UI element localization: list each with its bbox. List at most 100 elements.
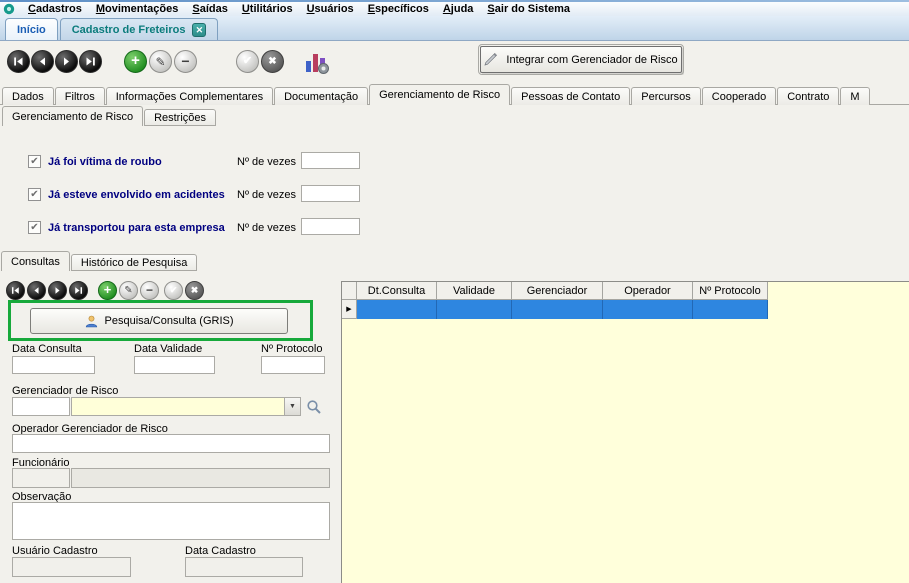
pencil-icon: ✎ (124, 286, 132, 296)
consulta-add-button[interactable]: + (98, 281, 117, 300)
delete-record-button[interactable]: − (174, 50, 197, 73)
usuario-cadastro-label: Usuário Cadastro (12, 545, 98, 557)
gerenciador-codigo-input[interactable] (12, 397, 70, 416)
menu-movimentacoes[interactable]: Movimentações (89, 2, 186, 16)
nav-last-icon (85, 56, 96, 67)
grid-selector-header (342, 282, 357, 300)
consulta-delete-button[interactable]: − (140, 281, 159, 300)
magnifier-icon (306, 399, 322, 415)
integrate-risk-manager-button[interactable]: Integrar com Gerenciador de Risco (480, 46, 682, 73)
nav-first-icon (11, 286, 20, 295)
times-input-1[interactable] (301, 152, 360, 169)
gerenciador-combo-value (72, 398, 284, 415)
close-tab-icon[interactable]: ✕ (192, 23, 206, 37)
pesquisa-consulta-gris-button[interactable]: Pesquisa/Consulta (GRIS) (30, 308, 288, 334)
search-lookup-button[interactable] (305, 398, 323, 416)
tab-m-cutoff[interactable]: M (840, 87, 869, 105)
menu-ajuda[interactable]: Ajuda (436, 2, 481, 16)
subtab-restricoes[interactable]: Restrições (144, 109, 216, 126)
tab-cadastro-freteiros[interactable]: Cadastro de Freteiros ✕ (60, 18, 219, 40)
grid-col-gerenciador[interactable]: Gerenciador (512, 282, 603, 300)
protocolo-input[interactable] (261, 356, 325, 374)
grid-col-validade[interactable]: Validade (437, 282, 512, 300)
checkbox-envolvido-acidentes[interactable]: ✔ (28, 188, 41, 201)
menu-saidas[interactable]: Saídas (185, 2, 234, 16)
times-label-2: Nº de vezes (237, 189, 296, 201)
tab-documentacao[interactable]: Documentação (274, 87, 368, 105)
chart-report-button[interactable] (302, 47, 332, 77)
menu-cadastros[interactable]: Cadastros (21, 2, 89, 16)
consulta-cancel-button[interactable]: ✖ (185, 281, 204, 300)
grid-cell[interactable] (603, 300, 693, 319)
times-label-3: Nº de vezes (237, 222, 296, 234)
tab-contrato[interactable]: Contrato (777, 87, 839, 105)
consulta-nav-last-button[interactable] (69, 281, 88, 300)
consulta-nav-next-button[interactable] (48, 281, 67, 300)
bar-chart-gear-icon (304, 49, 330, 75)
tab-filtros[interactable]: Filtros (55, 87, 105, 105)
data-validade-label: Data Validade (134, 343, 202, 355)
x-icon: ✖ (191, 286, 199, 295)
funcionario-nome-input[interactable] (71, 468, 330, 488)
tab-cooperado[interactable]: Cooperado (702, 87, 776, 105)
nav-prev-button[interactable] (31, 50, 54, 73)
subtab-gerenciamento-de-risco[interactable]: Gerenciamento de Risco (2, 106, 143, 126)
grid-cell[interactable] (693, 300, 768, 319)
checkbox-transportou-empresa[interactable]: ✔ (28, 221, 41, 234)
grid-col-operador[interactable]: Operador (603, 282, 693, 300)
checkbox-vitima-roubo[interactable]: ✔ (28, 155, 41, 168)
funcionario-codigo-input[interactable] (12, 468, 70, 488)
data-validade-input[interactable] (134, 356, 215, 374)
consulta-nav-prev-button[interactable] (27, 281, 46, 300)
usuario-cadastro-input[interactable] (12, 557, 131, 577)
check-icon: ✔ (170, 286, 178, 295)
nav-last-button[interactable] (79, 50, 102, 73)
tab-informacoes-complementares[interactable]: Informações Complementares (106, 87, 273, 105)
tab-pessoas-de-contato[interactable]: Pessoas de Contato (511, 87, 630, 105)
grid-cell[interactable] (357, 300, 437, 319)
edit-record-button[interactable]: ✎ (149, 50, 172, 73)
person-icon (85, 315, 98, 328)
chevron-down-icon[interactable]: ▼ (284, 398, 300, 415)
grid-col-dt-consulta[interactable]: Dt.Consulta (357, 282, 437, 300)
tab-dados[interactable]: Dados (2, 87, 54, 105)
nav-prev-icon (37, 56, 48, 67)
tab-percursos[interactable]: Percursos (631, 87, 701, 105)
consulta-nav-first-button[interactable] (6, 281, 25, 300)
menu-usuarios[interactable]: Usuários (300, 2, 361, 16)
data-consulta-input[interactable] (12, 356, 95, 374)
data-cadastro-input[interactable] (185, 557, 303, 577)
nav-prev-icon (32, 286, 41, 295)
times-input-3[interactable] (301, 218, 360, 235)
check-row-transportou: ✔ Já transportou para esta empresa (28, 219, 225, 236)
tab-gerenciamento-de-risco[interactable]: Gerenciamento de Risco (369, 84, 510, 105)
nav-first-button[interactable] (7, 50, 30, 73)
consult-tabs: Consultas Histórico de Pesquisa (1, 251, 198, 271)
menu-sair-do-sistema[interactable]: Sair do Sistema (480, 2, 577, 16)
confirm-button[interactable]: ✔ (236, 50, 259, 73)
menu-especificos[interactable]: Específicos (361, 2, 436, 16)
menu-utilitarios[interactable]: Utilitários (235, 2, 300, 16)
tab-consultas[interactable]: Consultas (1, 251, 70, 271)
cancel-button[interactable]: ✖ (261, 50, 284, 73)
times-input-2[interactable] (301, 185, 360, 202)
observacao-input[interactable] (12, 502, 330, 540)
consulta-confirm-button[interactable]: ✔ (164, 281, 183, 300)
add-record-button[interactable]: + (124, 50, 147, 73)
operador-input[interactable] (12, 434, 330, 453)
tab-historico-pesquisa[interactable]: Histórico de Pesquisa (71, 254, 197, 271)
nav-next-button[interactable] (55, 50, 78, 73)
grid-cell[interactable] (512, 300, 603, 319)
grid-col-protocolo[interactable]: Nº Protocolo (693, 282, 768, 300)
grid-selected-row[interactable]: ▶ (342, 300, 909, 319)
grid-cell[interactable] (437, 300, 512, 319)
row-marker-icon: ▶ (342, 300, 357, 319)
check-icon: ✔ (30, 190, 38, 200)
consulta-edit-button[interactable]: ✎ (119, 281, 138, 300)
gerenciador-combo[interactable]: ▼ (71, 397, 301, 416)
pesquisa-consulta-gris-label: Pesquisa/Consulta (GRIS) (105, 315, 234, 327)
check-row-roubo: ✔ Já foi vítima de roubo (28, 153, 162, 170)
pen-icon (484, 53, 499, 66)
tab-inicio[interactable]: Início (5, 18, 58, 40)
pencil-icon: ✎ (155, 56, 165, 68)
